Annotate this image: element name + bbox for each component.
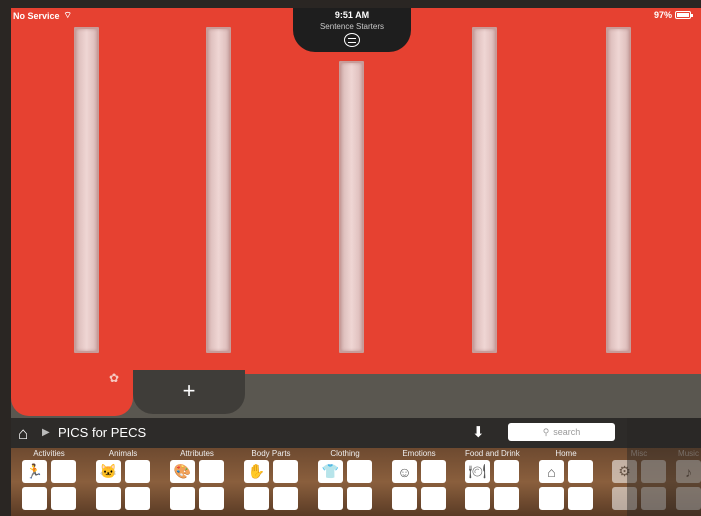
status-battery: 97%: [654, 10, 693, 20]
category-attributes[interactable]: Attributes 🎨: [170, 449, 224, 510]
tab-current-board[interactable]: ✿: [11, 364, 133, 416]
breadcrumb-arrow-icon: ▶: [42, 427, 50, 438]
running-person-icon: 🏃: [22, 460, 47, 483]
speech-bubble-icon[interactable]: [344, 33, 360, 47]
cat-icon: 🐱: [96, 460, 121, 483]
board-title: Sentence Starters: [319, 22, 385, 31]
clock: 9:51 AM: [334, 10, 370, 20]
wifi-icon: ⌔: [63, 10, 72, 20]
sentence-strip-2[interactable]: [206, 27, 231, 353]
category-body-parts[interactable]: Body Parts ✋: [244, 449, 298, 510]
category-animals[interactable]: Animals 🐱: [96, 449, 150, 510]
house-icon: ⌂: [539, 460, 564, 483]
shirt-icon: 👕: [318, 460, 343, 483]
sentence-strip-1[interactable]: [74, 27, 99, 353]
sentence-strip-4[interactable]: [472, 27, 497, 353]
category-clothing[interactable]: Clothing 👕: [318, 449, 372, 510]
breadcrumb[interactable]: PICS for PECS: [58, 425, 146, 440]
hand-icon: ✋: [244, 460, 269, 483]
category-emotions[interactable]: Emotions ☺: [392, 449, 446, 510]
smiley-icon: ☺: [392, 460, 417, 483]
status-carrier: No Service ⌔: [13, 10, 72, 21]
download-icon[interactable]: ⬇: [472, 423, 485, 441]
plate-icon: 🍽: [465, 460, 490, 483]
sentence-starters-header[interactable]: 9:51 AM Sentence Starters: [293, 8, 411, 52]
sentence-strip-5[interactable]: [606, 27, 631, 353]
category-food-and-drink[interactable]: Food and Drink 🍽: [465, 449, 520, 510]
search-icon: ⚲: [542, 426, 550, 437]
battery-icon: [675, 11, 693, 19]
sentence-board[interactable]: [11, 8, 701, 374]
palette-icon: 🎨: [170, 460, 195, 483]
add-tab-button[interactable]: +: [133, 370, 245, 414]
gear-icon[interactable]: ✿: [109, 371, 119, 385]
home-icon[interactable]: ⌂: [18, 424, 28, 444]
scroll-fade: [627, 418, 701, 516]
sentence-strip-3[interactable]: [339, 61, 364, 353]
category-activities[interactable]: Activities 🏃: [22, 449, 76, 510]
search-input[interactable]: ⚲ search: [508, 423, 615, 441]
category-home[interactable]: Home ⌂: [539, 449, 593, 510]
